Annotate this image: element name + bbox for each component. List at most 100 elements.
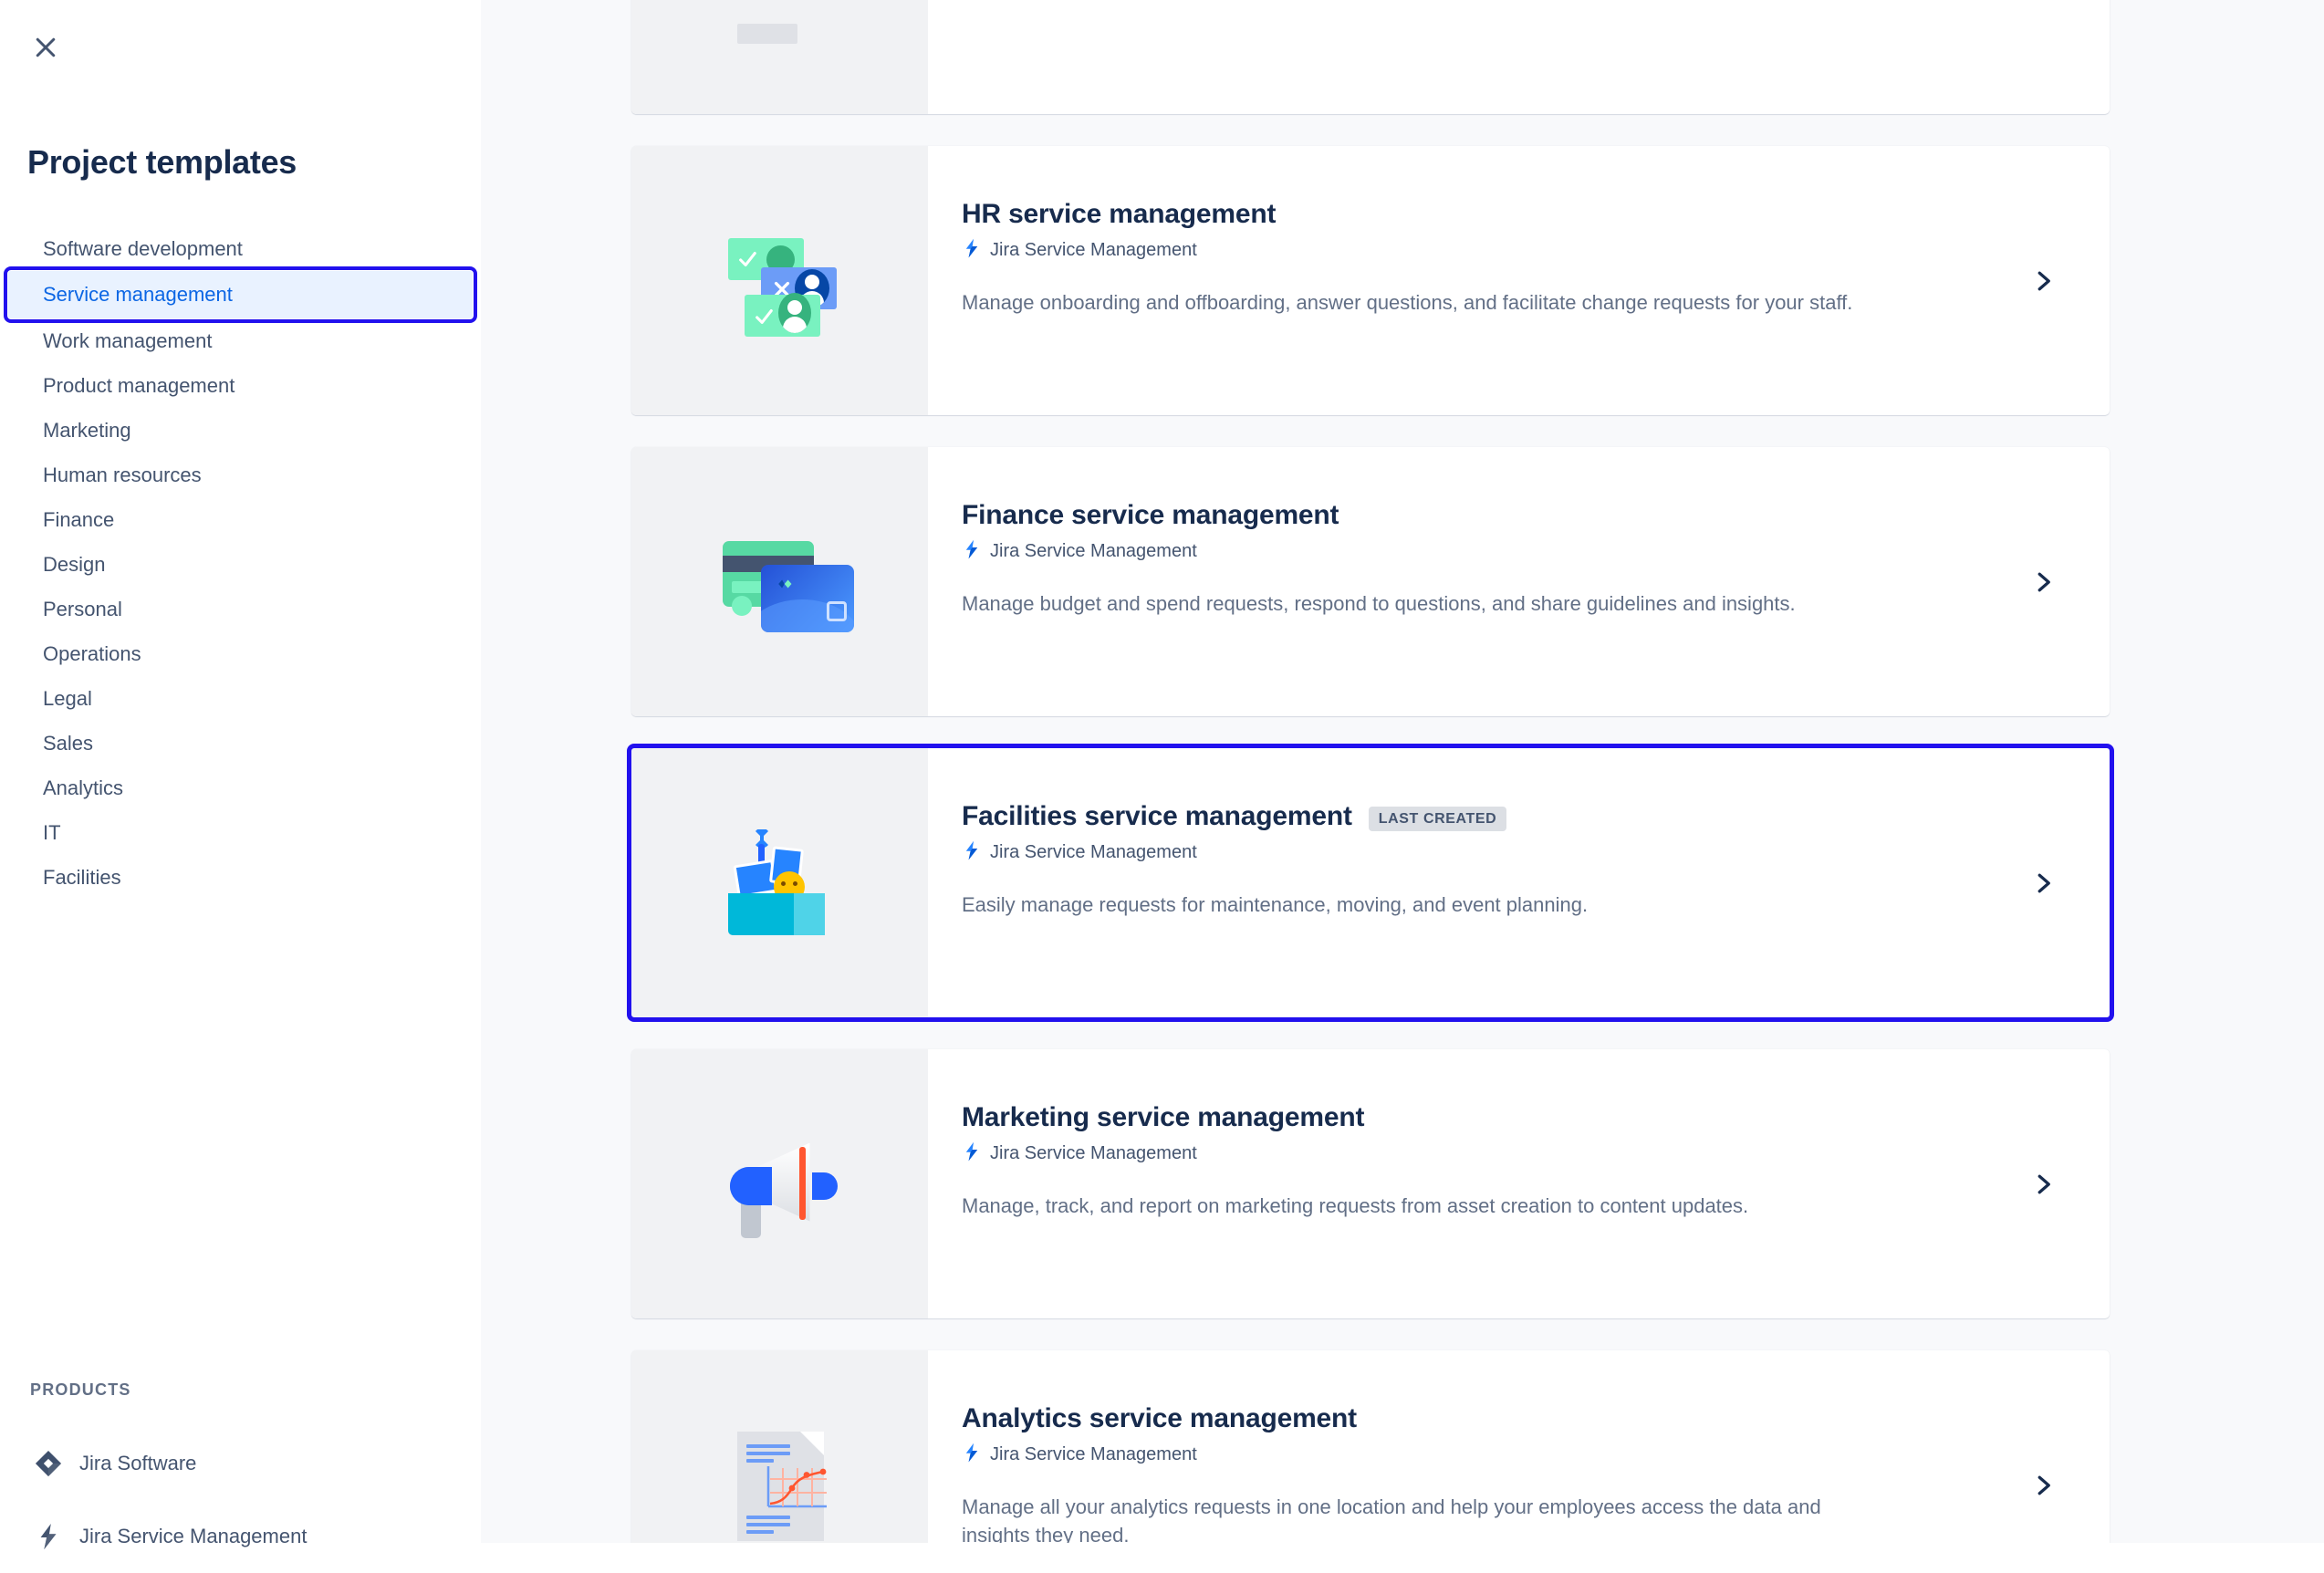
card-product: Jira Service Management	[962, 539, 2110, 565]
sidebar-item-product-management[interactable]: Product management	[13, 363, 468, 408]
card-product-label: Jira Service Management	[990, 1444, 1197, 1464]
sidebar-item-label: Facilities	[43, 865, 121, 889]
sidebar: Project templates Software development S…	[0, 0, 481, 1550]
card-thumbnail	[631, 1049, 928, 1318]
jira-service-management-icon	[35, 1523, 62, 1550]
jira-software-icon	[35, 1450, 62, 1477]
sidebar-item-finance[interactable]: Finance	[13, 497, 468, 542]
card-description: Manage, track, and report on marketing r…	[962, 1193, 1749, 1217]
project-templates-dialog: Project templates Software development S…	[0, 0, 2324, 1550]
sidebar-item-facilities[interactable]: Facilities	[13, 855, 468, 900]
card-body: Facilities service management LAST CREAT…	[928, 748, 2110, 1017]
card-body: HR service management Jira Service Manag…	[928, 146, 2110, 415]
product-nav: Jira Software Jira Service Management	[0, 1427, 481, 1573]
card-title-row: Analytics service management	[962, 1403, 2110, 1435]
card-title: Analytics service management	[962, 1403, 1357, 1433]
sidebar-item-label: Legal	[43, 686, 92, 710]
card-title-row: Facilities service management LAST CREAT…	[962, 801, 2110, 833]
template-card-analytics-service-management[interactable]: Analytics service management Jira Servic…	[631, 1350, 2110, 1543]
products-heading: PRODUCTS	[30, 1380, 131, 1399]
card-title: Marketing service management	[962, 1102, 1365, 1132]
card-product-label: Jira Service Management	[990, 842, 1197, 862]
sidebar-item-service-management[interactable]: Service management	[4, 266, 477, 323]
jira-service-management-icon	[962, 1141, 982, 1167]
card-product: Jira Service Management	[962, 840, 2110, 866]
sidebar-item-label: Design	[43, 552, 106, 576]
card-body: Marketing service management Jira Servic…	[928, 1049, 2110, 1318]
sidebar-item-sales[interactable]: Sales	[13, 721, 468, 766]
card-title-row: Marketing service management	[962, 1102, 2110, 1134]
sidebar-item-marketing[interactable]: Marketing	[13, 408, 468, 453]
jira-service-management-icon	[962, 1443, 982, 1468]
card-title: HR service management	[962, 199, 1277, 229]
card-title: Finance service management	[962, 500, 1339, 530]
card-thumbnail	[631, 1350, 928, 1543]
chevron-right-icon[interactable]	[2029, 568, 2057, 596]
chevron-right-icon[interactable]	[2029, 1472, 2057, 1499]
card-body: Finance service management Jira Service …	[928, 447, 2110, 716]
card-description: Manage all your analytics requests in on…	[962, 1495, 1821, 1544]
analytics-report-icon	[721, 1426, 839, 1544]
sidebar-item-software-development[interactable]: Software development	[13, 226, 468, 271]
sidebar-item-it[interactable]: IT	[13, 810, 468, 855]
sidebar-item-legal[interactable]: Legal	[13, 676, 468, 721]
sidebar-item-label: Work management	[43, 328, 213, 352]
card-title-row: HR service management	[962, 199, 2110, 231]
toolbox-icon	[721, 824, 839, 943]
card-product: Jira Service Management	[962, 238, 2110, 264]
sidebar-item-label: Sales	[43, 731, 94, 755]
megaphone-icon	[721, 1125, 839, 1244]
card-title-row: Finance service management	[962, 500, 2110, 532]
sidebar-item-label: Product management	[43, 373, 235, 397]
sidebar-item-work-management[interactable]: Work management	[13, 318, 468, 363]
status-badge: LAST CREATED	[1368, 806, 1507, 831]
template-card-marketing-service-management[interactable]: Marketing service management Jira Servic…	[631, 1049, 2110, 1318]
card-thumbnail	[631, 447, 928, 716]
product-label: Jira Software	[79, 1452, 197, 1474]
card-thumbnail	[631, 0, 928, 114]
card-body: Analytics service management Jira Servic…	[928, 1350, 2110, 1543]
template-card-hr-service-management[interactable]: HR service management Jira Service Manag…	[631, 146, 2110, 415]
sidebar-item-human-resources[interactable]: Human resources	[13, 453, 468, 497]
close-button[interactable]	[22, 24, 69, 71]
sidebar-item-design[interactable]: Design	[13, 542, 468, 587]
page-title: Project templates	[27, 143, 297, 182]
card-product-label: Jira Service Management	[990, 1143, 1197, 1163]
sidebar-item-label: Personal	[43, 597, 122, 620]
card-description: Manage budget and spend requests, respon…	[962, 591, 1796, 615]
card-description: Manage onboarding and offboarding, answe…	[962, 290, 1853, 314]
chevron-right-icon[interactable]	[2029, 870, 2057, 897]
sidebar-item-label: Human resources	[43, 463, 202, 486]
card-thumbnail	[631, 748, 928, 1017]
card-thumbnail	[631, 146, 928, 415]
chevron-right-icon[interactable]	[2029, 267, 2057, 295]
hr-cards-icon	[721, 222, 839, 340]
sidebar-item-personal[interactable]: Personal	[13, 587, 468, 631]
chevron-right-icon[interactable]	[2029, 1171, 2057, 1198]
sidebar-item-jira-software[interactable]: Jira Software	[0, 1427, 481, 1500]
card-title: Facilities service management	[962, 801, 1352, 831]
card-product-label: Jira Service Management	[990, 541, 1197, 561]
template-card-facilities-service-management[interactable]: Facilities service management LAST CREAT…	[627, 744, 2114, 1022]
product-label: Jira Service Management	[79, 1525, 307, 1547]
template-card-partial[interactable]: external customers.	[631, 0, 2110, 114]
sidebar-item-label: Marketing	[43, 418, 131, 442]
template-card-finance-service-management[interactable]: Finance service management Jira Service …	[631, 447, 2110, 716]
sidebar-item-label: Service management	[43, 283, 233, 306]
template-cards: external customers.	[627, 0, 2114, 1543]
sidebar-item-jira-service-management[interactable]: Jira Service Management	[0, 1500, 481, 1573]
sidebar-item-analytics[interactable]: Analytics	[13, 766, 468, 810]
card-product: Jira Service Management	[962, 1141, 2110, 1167]
sidebar-item-label: Software development	[43, 236, 243, 260]
sidebar-item-label: Finance	[43, 507, 115, 531]
jira-service-management-icon	[962, 539, 982, 565]
card-body: external customers.	[928, 0, 2110, 114]
sidebar-item-label: Analytics	[43, 776, 124, 799]
card-product: Jira Service Management	[962, 1443, 2110, 1468]
placeholder-icon	[721, 0, 839, 71]
credit-cards-icon	[721, 523, 854, 641]
sidebar-item-operations[interactable]: Operations	[13, 631, 468, 676]
sidebar-item-label: Operations	[43, 641, 141, 665]
jira-service-management-icon	[962, 840, 982, 866]
category-nav: Software development Service management …	[0, 226, 481, 900]
